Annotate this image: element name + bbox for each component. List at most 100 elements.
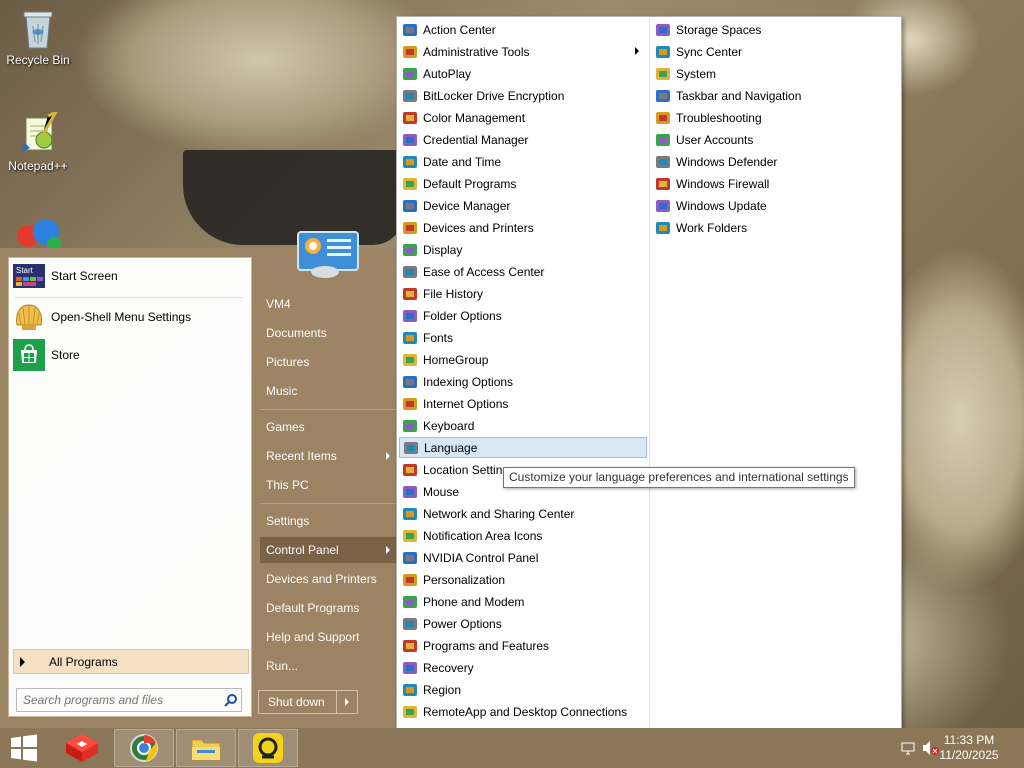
cp-item-indexing-options[interactable]: Indexing Options bbox=[399, 371, 647, 392]
taskbar-file-explorer[interactable] bbox=[176, 729, 236, 767]
search-icon[interactable] bbox=[221, 690, 241, 710]
cp-item-windows-firewall[interactable]: Windows Firewall bbox=[652, 173, 900, 194]
cp-item-folder-options[interactable]: Folder Options bbox=[399, 305, 647, 326]
cp-item-network-and-sharing-center[interactable]: Network and Sharing Center bbox=[399, 503, 647, 524]
cp-item-taskbar-and-navigation[interactable]: Taskbar and Navigation bbox=[652, 85, 900, 106]
clock[interactable]: 11:33 PM 11/20/2025 bbox=[934, 733, 1004, 763]
personalization-icon bbox=[402, 572, 418, 588]
this-pc-item[interactable]: This PC bbox=[260, 472, 396, 498]
cp-item-keyboard[interactable]: Keyboard bbox=[399, 415, 647, 436]
cp-item-label: Default Programs bbox=[423, 176, 517, 191]
cp-item-label: Administrative Tools bbox=[423, 44, 530, 59]
cp-item-devices-and-printers[interactable]: Devices and Printers bbox=[399, 217, 647, 238]
date-and-time-icon bbox=[402, 154, 418, 170]
cp-item-fonts[interactable]: Fonts bbox=[399, 327, 647, 348]
taskbar-browser[interactable] bbox=[114, 729, 174, 767]
cp-item-bitlocker-drive-encryption[interactable]: BitLocker Drive Encryption bbox=[399, 85, 647, 106]
cp-item-color-management[interactable]: Color Management bbox=[399, 107, 647, 128]
pinned-open-shell-settings[interactable]: Open-Shell Menu Settings bbox=[13, 300, 245, 334]
folder-options-icon bbox=[402, 308, 418, 324]
file-history-icon bbox=[402, 286, 418, 302]
user-picture-icon[interactable] bbox=[297, 228, 359, 278]
start-button[interactable] bbox=[0, 729, 48, 767]
cp-item-label: Folder Options bbox=[423, 308, 502, 323]
cp-item-label: Display bbox=[423, 242, 463, 257]
pictures-item[interactable]: Pictures bbox=[260, 349, 396, 375]
cp-item-storage-spaces[interactable]: Storage Spaces bbox=[652, 19, 900, 40]
ease-of-access-center-icon bbox=[402, 264, 418, 280]
cp-item-device-manager[interactable]: Device Manager bbox=[399, 195, 647, 216]
cp-item-label: Devices and Printers bbox=[423, 220, 534, 235]
shutdown-options-button[interactable] bbox=[336, 691, 357, 713]
separator bbox=[260, 409, 396, 410]
cp-item-remoteapp-and-desktop-connections[interactable]: RemoteApp and Desktop Connections bbox=[399, 701, 647, 722]
devices-printers-item[interactable]: Devices and Printers bbox=[260, 566, 396, 592]
cp-item-work-folders[interactable]: Work Folders bbox=[652, 217, 900, 238]
taskbar-app-1[interactable] bbox=[52, 729, 112, 767]
cp-item-notification-area-icons[interactable]: Notification Area Icons bbox=[399, 525, 647, 546]
remote-app-icon bbox=[253, 733, 283, 763]
documents-item[interactable]: Documents bbox=[260, 320, 396, 346]
cp-item-user-accounts[interactable]: User Accounts bbox=[652, 129, 900, 150]
network-icon[interactable] bbox=[900, 740, 916, 756]
partial-desktop-icon[interactable] bbox=[14, 214, 64, 248]
cp-item-phone-and-modem[interactable]: Phone and Modem bbox=[399, 591, 647, 612]
recent-items-item[interactable]: Recent Items bbox=[260, 443, 396, 469]
cp-item-power-options[interactable]: Power Options bbox=[399, 613, 647, 634]
network-and-sharing-center-icon bbox=[402, 506, 418, 522]
pinned-store[interactable]: Store bbox=[13, 338, 245, 372]
cp-item-windows-update[interactable]: Windows Update bbox=[652, 195, 900, 216]
cp-item-date-and-time[interactable]: Date and Time bbox=[399, 151, 647, 172]
cp-item-homegroup[interactable]: HomeGroup bbox=[399, 349, 647, 370]
action-center-icon bbox=[402, 22, 418, 38]
cp-item-windows-defender[interactable]: Windows Defender bbox=[652, 151, 900, 172]
cp-item-sync-center[interactable]: Sync Center bbox=[652, 41, 900, 62]
cp-item-label: Personalization bbox=[423, 572, 506, 587]
store-icon bbox=[13, 339, 45, 371]
cp-item-region[interactable]: Region bbox=[399, 679, 647, 700]
cp-item-system[interactable]: System bbox=[652, 63, 900, 84]
cp-item-recovery[interactable]: Recovery bbox=[399, 657, 647, 678]
cp-item-label: Keyboard bbox=[423, 418, 475, 433]
search-input[interactable] bbox=[17, 692, 221, 708]
cp-item-nvidia-control-panel[interactable]: NVIDIA Control Panel bbox=[399, 547, 647, 568]
storage-spaces-icon bbox=[655, 22, 671, 38]
cp-item-label: Ease of Access Center bbox=[423, 264, 545, 279]
cp-item-display[interactable]: Display bbox=[399, 239, 647, 260]
cp-item-credential-manager[interactable]: Credential Manager bbox=[399, 129, 647, 150]
recycle-bin-label: Recycle Bin bbox=[6, 53, 70, 67]
cp-item-personalization[interactable]: Personalization bbox=[399, 569, 647, 590]
cp-item-label: System bbox=[676, 66, 717, 81]
default-programs-item[interactable]: Default Programs bbox=[260, 595, 396, 621]
folder-icon bbox=[191, 739, 221, 761]
all-programs-button[interactable]: All Programs bbox=[13, 649, 249, 674]
cp-item-troubleshooting[interactable]: Troubleshooting bbox=[652, 107, 900, 128]
cp-item-default-programs[interactable]: Default Programs bbox=[399, 173, 647, 194]
control-panel-item[interactable]: Control Panel bbox=[260, 537, 396, 563]
cp-item-action-center[interactable]: Action Center bbox=[399, 19, 647, 40]
pinned-store-label: Store bbox=[51, 348, 80, 362]
cp-item-autoplay[interactable]: AutoPlay bbox=[399, 63, 647, 84]
recycle-bin-desktop-icon[interactable]: Recycle Bin bbox=[0, 6, 76, 67]
pinned-start-screen[interactable]: Start Start Screen bbox=[13, 259, 245, 293]
cp-item-programs-and-features[interactable]: Programs and Features bbox=[399, 635, 647, 656]
taskbar-app-yellow[interactable] bbox=[238, 729, 298, 767]
run-item[interactable]: Run... bbox=[260, 653, 396, 679]
cp-item-administrative-tools[interactable]: Administrative Tools bbox=[399, 41, 647, 62]
troubleshooting-icon bbox=[655, 110, 671, 126]
help-support-item[interactable]: Help and Support bbox=[260, 624, 396, 650]
games-item[interactable]: Games bbox=[260, 414, 396, 440]
cp-item-language[interactable]: Language bbox=[399, 437, 647, 458]
wallpaper-shadow bbox=[183, 150, 403, 245]
settings-item[interactable]: Settings bbox=[260, 508, 396, 534]
pinned-open-shell-label: Open-Shell Menu Settings bbox=[51, 310, 192, 324]
region-icon bbox=[402, 682, 418, 698]
shutdown-button[interactable]: Shut down bbox=[259, 691, 336, 713]
cp-item-ease-of-access-center[interactable]: Ease of Access Center bbox=[399, 261, 647, 282]
cp-item-file-history[interactable]: File History bbox=[399, 283, 647, 304]
start-screen-icon: Start bbox=[13, 262, 45, 290]
notepadpp-desktop-icon[interactable]: Notepad++ bbox=[0, 108, 76, 173]
cp-item-internet-options[interactable]: Internet Options bbox=[399, 393, 647, 414]
music-item[interactable]: Music bbox=[260, 378, 396, 404]
user-folder-item[interactable]: VM4 bbox=[260, 291, 396, 317]
